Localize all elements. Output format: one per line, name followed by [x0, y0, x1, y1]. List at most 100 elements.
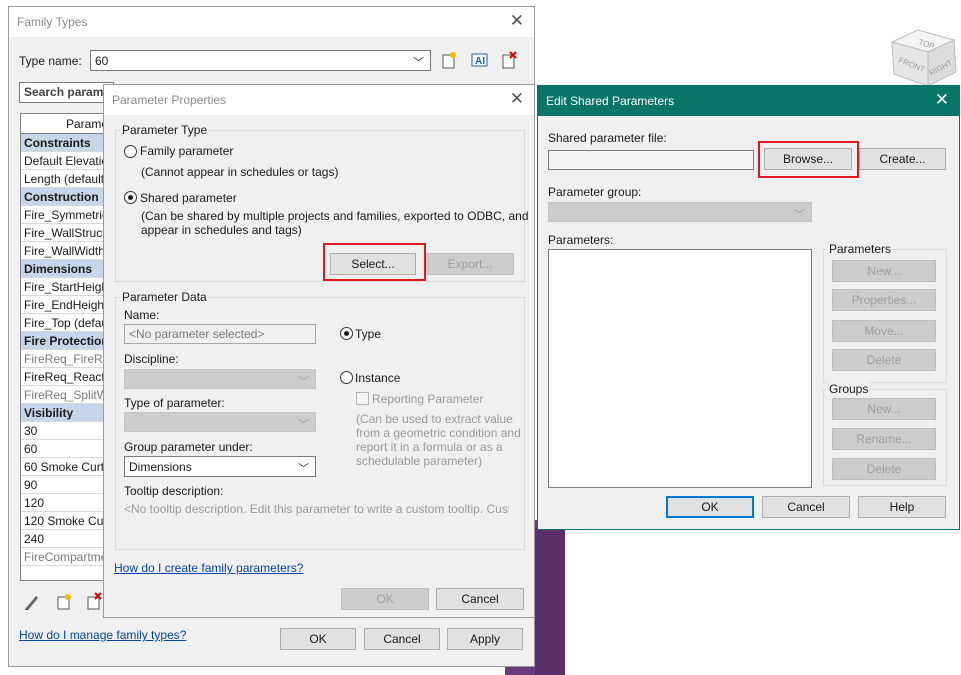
- new-type-icon[interactable]: [441, 51, 457, 72]
- background-canvas-shade: [535, 528, 565, 675]
- close-icon[interactable]: ✕: [935, 91, 949, 109]
- search-parameters-placeholder: Search paramete: [24, 85, 114, 99]
- parameters-list-label: Parameters:: [548, 233, 614, 247]
- close-icon[interactable]: ✕: [510, 12, 524, 30]
- table-row[interactable]: FireReq_Reactio: [21, 368, 109, 386]
- type-name-label: Type name:: [19, 54, 82, 68]
- discipline-label: Discipline:: [124, 352, 179, 366]
- table-row[interactable]: 60 Smoke Curta: [21, 458, 109, 476]
- table-group-row[interactable]: Construction: [21, 188, 109, 206]
- discipline-combo[interactable]: ﹀: [124, 369, 316, 389]
- table-row[interactable]: 60: [21, 440, 109, 458]
- delete-type-icon[interactable]: [501, 51, 517, 72]
- table-row[interactable]: 120: [21, 494, 109, 512]
- table-row[interactable]: 240: [21, 530, 109, 548]
- parameter-properties-dialog: Parameter Properties ✕ Parameter Type Fa…: [103, 84, 535, 618]
- new-group-button[interactable]: New...: [832, 398, 936, 420]
- type-of-parameter-combo[interactable]: ﹀: [124, 412, 316, 432]
- delete-group-button[interactable]: Delete: [832, 458, 936, 480]
- parameter-type-group-label: Parameter Type: [120, 123, 210, 137]
- reporting-note-2: from a geometric condition and: [356, 426, 521, 440]
- edit-shared-parameters-titlebar: Edit Shared Parameters ✕: [538, 86, 959, 116]
- table-row[interactable]: Fire_Top (defau: [21, 314, 109, 332]
- parameters-listbox[interactable]: [548, 249, 812, 488]
- shared-parameter-radio[interactable]: [124, 191, 137, 204]
- table-row[interactable]: 30: [21, 422, 109, 440]
- new-parameter-icon[interactable]: [55, 592, 73, 613]
- table-group-row[interactable]: Visibility: [21, 404, 109, 422]
- instance-radio[interactable]: [340, 371, 353, 384]
- ok-button[interactable]: OK: [666, 496, 754, 518]
- rename-group-button[interactable]: Rename...: [832, 428, 936, 450]
- parameter-data-group-label: Parameter Data: [120, 290, 209, 304]
- delete-parameter-button[interactable]: Delete: [832, 349, 936, 371]
- move-button[interactable]: Move...: [832, 320, 936, 342]
- edit-parameter-icon[interactable]: [23, 593, 41, 614]
- create-family-parameters-link[interactable]: How do I create family parameters?: [114, 561, 303, 575]
- help-button[interactable]: Help: [858, 496, 946, 518]
- reporting-note-1: (Can be used to extract value: [356, 412, 513, 426]
- chevron-down-icon: ﹀: [413, 57, 424, 69]
- browse-button[interactable]: Browse...: [764, 148, 852, 170]
- type-radio[interactable]: [340, 327, 353, 340]
- new-parameter-button[interactable]: New...: [832, 260, 936, 282]
- cancel-button[interactable]: Cancel: [364, 628, 440, 650]
- table-row[interactable]: FireReq_SplitWa: [21, 386, 109, 404]
- name-field[interactable]: <No parameter selected>: [124, 324, 316, 344]
- groups-box-label: Groups: [827, 382, 871, 396]
- table-row[interactable]: Fire_Symmetric: [21, 206, 109, 224]
- group-parameter-under-combo[interactable]: Dimensions ﹀: [124, 456, 316, 477]
- family-parameter-label: Family parameter: [140, 144, 234, 158]
- table-header: Parame: [21, 114, 109, 134]
- search-parameters-input[interactable]: Search paramete: [19, 82, 114, 103]
- close-icon[interactable]: ✕: [510, 90, 524, 108]
- type-of-parameter-label: Type of parameter:: [124, 396, 225, 410]
- create-button[interactable]: Create...: [859, 148, 946, 170]
- table-row[interactable]: FireReq_FireRat: [21, 350, 109, 368]
- chevron-down-icon: ﹀: [298, 376, 309, 388]
- table-row[interactable]: Default Elevatio: [21, 152, 109, 170]
- tooltip-description-value[interactable]: <No tooltip description. Edit this param…: [124, 502, 509, 516]
- tooltip-description-label: Tooltip description:: [124, 484, 224, 498]
- parameter-group-combo[interactable]: ﹀: [548, 202, 812, 222]
- table-row[interactable]: Fire_EndHeight: [21, 296, 109, 314]
- name-value: <No parameter selected>: [129, 327, 265, 341]
- table-row[interactable]: Fire_WallWidth: [21, 242, 109, 260]
- export-button[interactable]: Export...: [426, 253, 514, 275]
- table-row[interactable]: 90: [21, 476, 109, 494]
- reporting-parameter-checkbox[interactable]: [356, 392, 369, 405]
- reporting-parameter-label: Reporting Parameter: [372, 392, 484, 406]
- shared-parameter-note-1: (Can be shared by multiple projects and …: [141, 209, 529, 223]
- table-group-row[interactable]: Dimensions: [21, 260, 109, 278]
- parameters-table[interactable]: Parame Constraints Default Elevatio Length…: [20, 113, 110, 581]
- select-button[interactable]: Select...: [330, 253, 416, 275]
- table-row[interactable]: Fire_StartHeigh: [21, 278, 109, 296]
- parameter-properties-title: Parameter Properties: [112, 93, 227, 107]
- delete-parameter-icon[interactable]: [85, 592, 103, 613]
- group-parameter-under-value: Dimensions: [129, 460, 192, 474]
- table-row[interactable]: Length (default: [21, 170, 109, 188]
- apply-button[interactable]: Apply: [447, 628, 523, 650]
- shared-parameter-file-field[interactable]: [548, 150, 754, 170]
- table-group-row[interactable]: Fire Protection: [21, 332, 109, 350]
- manage-family-types-link[interactable]: How do I manage family types?: [19, 628, 186, 642]
- parameter-group-label: Parameter group:: [548, 185, 642, 199]
- type-name-combo[interactable]: 60 ﹀: [90, 50, 431, 71]
- cancel-button[interactable]: Cancel: [762, 496, 850, 518]
- table-row[interactable]: Fire_WallStruct: [21, 224, 109, 242]
- reporting-note-4: schedulable parameter): [356, 454, 483, 468]
- rename-type-icon[interactable]: AI: [471, 53, 488, 70]
- view-cube[interactable]: TOP FRONT RIGHT: [888, 28, 958, 90]
- table-group-row[interactable]: Constraints: [21, 134, 109, 152]
- table-row[interactable]: FireCompartme: [21, 548, 109, 566]
- instance-radio-label: Instance: [355, 371, 401, 385]
- ok-button[interactable]: OK: [341, 588, 429, 610]
- table-row[interactable]: 120 Smoke Curt: [21, 512, 109, 530]
- family-parameter-radio[interactable]: [124, 145, 137, 158]
- ok-button[interactable]: OK: [280, 628, 356, 650]
- parameters-box-label: Parameters: [827, 242, 894, 256]
- chevron-down-icon: ﹀: [298, 419, 309, 431]
- properties-button[interactable]: Properties...: [832, 289, 936, 311]
- chevron-down-icon: ﹀: [794, 209, 805, 221]
- cancel-button[interactable]: Cancel: [436, 588, 524, 610]
